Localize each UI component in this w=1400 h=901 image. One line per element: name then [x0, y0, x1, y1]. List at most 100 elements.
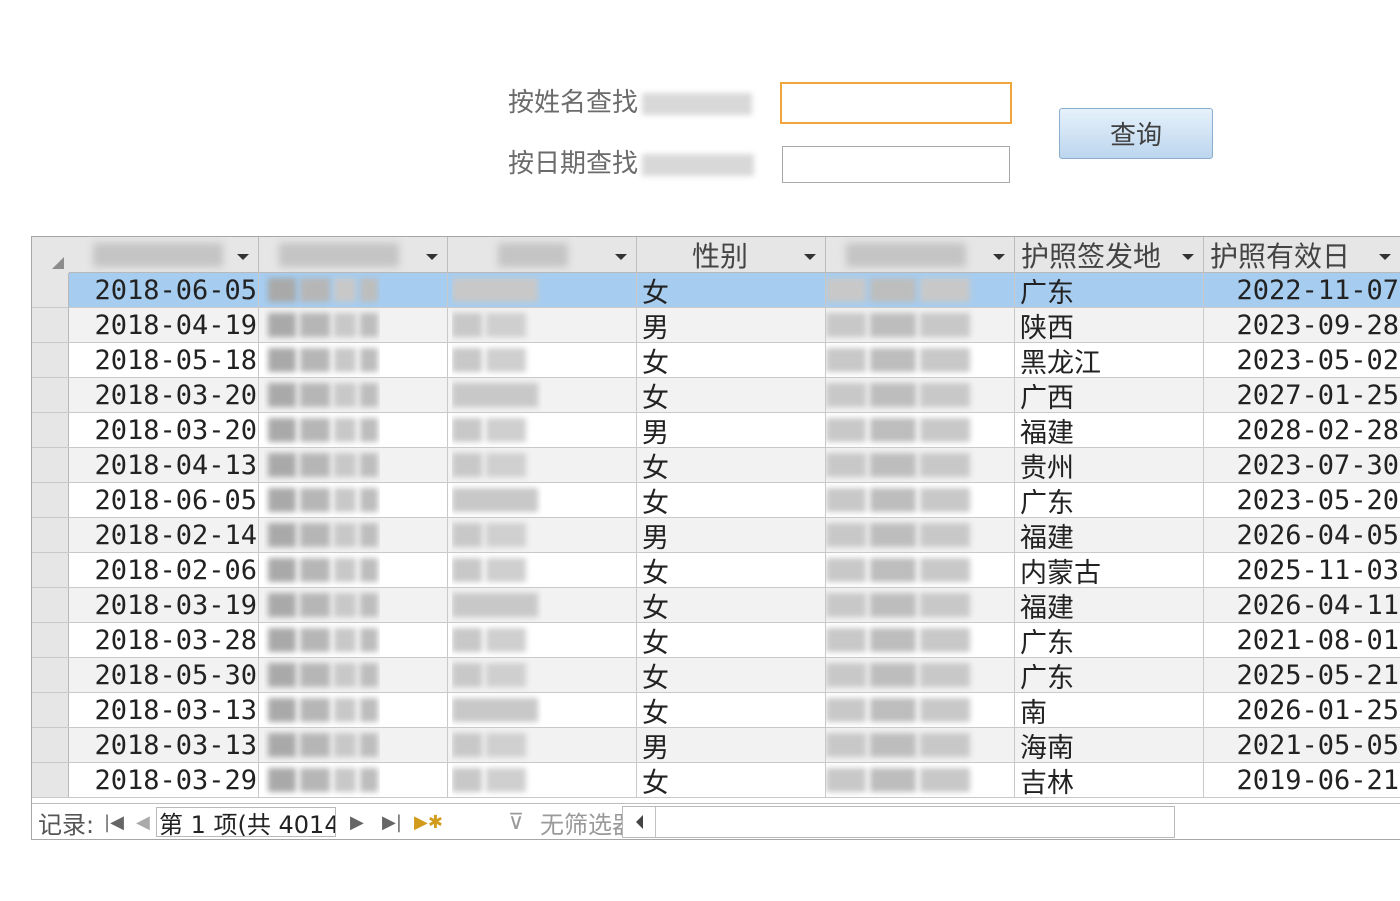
- expiry-cell[interactable]: 2022-11-07: [1204, 273, 1400, 307]
- date-cell[interactable]: 2018-05-18: [69, 343, 259, 377]
- current-record-field[interactable]: 第 1 项(共 4014: [156, 807, 336, 837]
- table-row[interactable]: 2018-02-14 男 福建 2026-04-05: [32, 518, 1400, 553]
- issue-place-cell[interactable]: 广西: [1015, 378, 1204, 412]
- row-selector[interactable]: [32, 588, 69, 622]
- issue-place-cell[interactable]: 南: [1015, 693, 1204, 727]
- name-search-field[interactable]: [780, 82, 1012, 124]
- sort-dropdown-icon[interactable]: [804, 254, 816, 260]
- date-cell[interactable]: 2018-04-13: [69, 448, 259, 482]
- gender-cell[interactable]: 女: [637, 658, 826, 692]
- expiry-cell[interactable]: 2027-01-25: [1204, 378, 1400, 412]
- date-cell[interactable]: 2018-02-14: [69, 518, 259, 552]
- new-record-icon[interactable]: ▶✱: [414, 804, 443, 839]
- expiry-cell[interactable]: 2021-08-01: [1204, 623, 1400, 657]
- table-row[interactable]: 2018-04-13 女 贵州 2023-07-30: [32, 448, 1400, 483]
- gender-cell[interactable]: 女: [637, 693, 826, 727]
- issue-place-cell[interactable]: 海南: [1015, 728, 1204, 762]
- date-cell[interactable]: 2018-03-19: [69, 588, 259, 622]
- date-search-field[interactable]: [782, 146, 1010, 183]
- date-cell[interactable]: 2018-06-05: [69, 273, 259, 307]
- table-row[interactable]: 2018-03-28 女 广东 2021-08-01: [32, 623, 1400, 658]
- gender-cell[interactable]: 男: [637, 728, 826, 762]
- expiry-cell[interactable]: 2025-05-21: [1204, 658, 1400, 692]
- table-row[interactable]: 2018-03-13 男 海南 2021-05-05: [32, 728, 1400, 763]
- issue-place-cell[interactable]: 福建: [1015, 588, 1204, 622]
- table-row[interactable]: 2018-05-30 女 广东 2025-05-21: [32, 658, 1400, 693]
- expiry-cell[interactable]: 2025-11-03: [1204, 553, 1400, 587]
- gender-cell[interactable]: 女: [637, 273, 826, 307]
- date-cell[interactable]: 2018-03-13: [69, 728, 259, 762]
- date-cell[interactable]: 2018-06-05: [69, 483, 259, 517]
- expiry-cell[interactable]: 2023-05-20: [1204, 483, 1400, 517]
- gender-cell[interactable]: 男: [637, 413, 826, 447]
- column-header-issue-place[interactable]: 护照签发地: [1015, 237, 1204, 273]
- row-selector[interactable]: [32, 553, 69, 587]
- scroll-left-icon[interactable]: [623, 807, 656, 837]
- issue-place-cell[interactable]: 陕西: [1015, 308, 1204, 342]
- date-cell[interactable]: 2018-03-20: [69, 413, 259, 447]
- row-selector[interactable]: [32, 413, 69, 447]
- table-row[interactable]: 2018-03-20 男 福建 2028-02-28: [32, 413, 1400, 448]
- row-selector[interactable]: [32, 623, 69, 657]
- issue-place-cell[interactable]: 黑龙江: [1015, 343, 1204, 377]
- expiry-cell[interactable]: 2023-05-02: [1204, 343, 1400, 377]
- row-selector[interactable]: [32, 658, 69, 692]
- date-cell[interactable]: 2018-03-13: [69, 693, 259, 727]
- column-header-type[interactable]: [259, 237, 448, 273]
- issue-place-cell[interactable]: 吉林: [1015, 763, 1204, 797]
- row-selector[interactable]: [32, 308, 69, 342]
- table-row[interactable]: 2018-03-29 女 吉林 2019-06-21: [32, 763, 1400, 798]
- row-selector[interactable]: [32, 518, 69, 552]
- gender-cell[interactable]: 男: [637, 518, 826, 552]
- column-header-expiry[interactable]: 护照有效日: [1204, 237, 1400, 273]
- gender-cell[interactable]: 女: [637, 553, 826, 587]
- table-row[interactable]: 2018-06-05 女 广东 2022-11-07: [32, 273, 1400, 308]
- issue-place-cell[interactable]: 福建: [1015, 413, 1204, 447]
- gender-cell[interactable]: 女: [637, 448, 826, 482]
- filter-icon[interactable]: ⊽: [508, 804, 524, 839]
- horizontal-scrollbar[interactable]: [622, 806, 1175, 838]
- sort-dropdown-icon[interactable]: [993, 254, 1005, 260]
- issue-place-cell[interactable]: 内蒙古: [1015, 553, 1204, 587]
- sort-dropdown-icon[interactable]: [426, 254, 438, 260]
- next-record-icon[interactable]: ▶: [350, 804, 364, 839]
- row-selector[interactable]: [32, 483, 69, 517]
- row-selector[interactable]: [32, 273, 69, 307]
- issue-place-cell[interactable]: 广东: [1015, 483, 1204, 517]
- table-row[interactable]: 2018-05-18 女 黑龙江 2023-05-02: [32, 343, 1400, 378]
- gender-cell[interactable]: 女: [637, 343, 826, 377]
- issue-place-cell[interactable]: 福建: [1015, 518, 1204, 552]
- query-button[interactable]: 查询: [1059, 108, 1213, 159]
- expiry-cell[interactable]: 2026-04-11: [1204, 588, 1400, 622]
- issue-place-cell[interactable]: 贵州: [1015, 448, 1204, 482]
- column-header-passport-no[interactable]: [826, 237, 1015, 273]
- gender-cell[interactable]: 女: [637, 378, 826, 412]
- expiry-cell[interactable]: 2028-02-28: [1204, 413, 1400, 447]
- sort-dropdown-icon[interactable]: [237, 254, 249, 260]
- first-record-icon[interactable]: |◀: [104, 804, 124, 839]
- expiry-cell[interactable]: 2021-05-05: [1204, 728, 1400, 762]
- sort-dropdown-icon[interactable]: [1379, 254, 1391, 260]
- expiry-cell[interactable]: 2026-01-25: [1204, 693, 1400, 727]
- sort-dropdown-icon[interactable]: [1182, 254, 1194, 260]
- expiry-cell[interactable]: 2023-09-28: [1204, 308, 1400, 342]
- name-search-input[interactable]: [782, 84, 1010, 122]
- no-filter-label[interactable]: 无筛选器: [540, 804, 622, 839]
- gender-cell[interactable]: 女: [637, 588, 826, 622]
- row-selector[interactable]: [32, 728, 69, 762]
- table-row[interactable]: 2018-03-19 女 福建 2026-04-11: [32, 588, 1400, 623]
- expiry-cell[interactable]: 2026-04-05: [1204, 518, 1400, 552]
- expiry-cell[interactable]: 2019-06-21: [1204, 763, 1400, 797]
- table-row[interactable]: 2018-04-19 男 陕西 2023-09-28: [32, 308, 1400, 343]
- previous-record-icon[interactable]: ◀: [136, 804, 150, 839]
- select-all-corner[interactable]: [32, 237, 70, 274]
- row-selector[interactable]: [32, 693, 69, 727]
- table-row[interactable]: 2018-03-13 女 南 2026-01-25: [32, 693, 1400, 728]
- row-selector[interactable]: [32, 343, 69, 377]
- column-header-gender[interactable]: 性别: [637, 237, 826, 273]
- row-selector[interactable]: [32, 378, 69, 412]
- issue-place-cell[interactable]: 广东: [1015, 273, 1204, 307]
- table-row[interactable]: 2018-03-20 女 广西 2027-01-25: [32, 378, 1400, 413]
- date-cell[interactable]: 2018-05-30: [69, 658, 259, 692]
- sort-dropdown-icon[interactable]: [615, 254, 627, 260]
